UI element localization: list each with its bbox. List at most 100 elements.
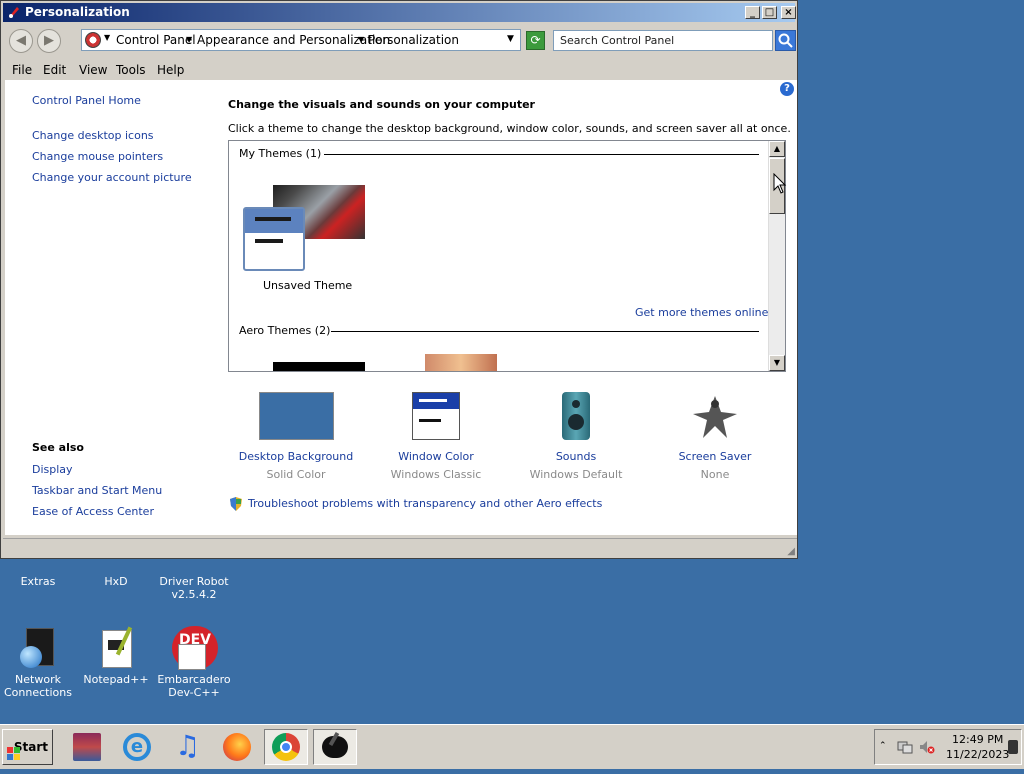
window-title: Personalization	[25, 5, 130, 19]
setting-value: Solid Color	[266, 468, 326, 481]
desktop-icon-notepad-plus-plus[interactable]: Notepad++	[78, 626, 154, 686]
change-account-picture-link[interactable]: Change your account picture	[32, 171, 192, 184]
window-color-setting[interactable]: Window Color Windows Classic	[376, 392, 496, 481]
desktop-icon-label: Driver Robot v2.5.4.2	[159, 575, 229, 601]
desktop-icon-label: Embarcadero Dev-C++	[157, 673, 231, 699]
my-themes-group-label: My Themes (1)	[239, 147, 322, 160]
notepad-plus-plus-icon	[94, 626, 138, 670]
desktop-background-icon	[258, 392, 334, 440]
close-button[interactable]: ×	[781, 6, 796, 19]
desktop-icon-label: HxD	[104, 575, 128, 588]
change-desktop-icons-link[interactable]: Change desktop icons	[32, 129, 154, 142]
personalization-taskbar-icon[interactable]	[313, 729, 357, 765]
theme-name: Unsaved Theme	[263, 279, 353, 292]
title-bar[interactable]: Personalization _ □ ×	[3, 3, 796, 22]
screen-saver-icon	[691, 392, 739, 440]
aero-theme-thumbnail[interactable]	[425, 354, 497, 371]
volume-muted-icon[interactable]	[919, 740, 935, 754]
group-divider	[324, 154, 759, 155]
window-color-icon	[412, 392, 460, 440]
control-panel-icon	[85, 32, 101, 48]
page-heading: Change the visuals and sounds on your co…	[228, 98, 535, 111]
taskbar: Start e ♫ ⌃ 12:49 PM 11/22/2023	[0, 724, 1024, 769]
menu-edit[interactable]: Edit	[43, 63, 66, 77]
setting-value: None	[700, 468, 730, 481]
start-button[interactable]: Start	[2, 729, 53, 765]
change-mouse-pointers-link[interactable]: Change mouse pointers	[32, 150, 163, 163]
chevron-down-icon[interactable]: ▼	[358, 35, 364, 44]
refresh-button[interactable]: ⟳	[526, 31, 545, 50]
breadcrumb-item[interactable]: Control Panel	[116, 33, 196, 47]
menu-view[interactable]: View	[79, 63, 107, 77]
speaker-icon	[562, 392, 590, 440]
network-connections-icon	[16, 626, 60, 670]
scroll-down-button[interactable]: ▼	[769, 355, 785, 371]
page-description: Click a theme to change the desktop back…	[228, 122, 791, 135]
internet-explorer-taskbar-icon[interactable]: e	[115, 729, 159, 765]
network-icon[interactable]	[897, 740, 913, 754]
display-link[interactable]: Display	[32, 463, 73, 476]
address-bar[interactable]: ▼ Control Panel ▼ Appearance and Persona…	[81, 29, 521, 51]
setting-label: Window Color	[398, 450, 474, 463]
menu-file[interactable]: File	[12, 63, 32, 77]
themes-list[interactable]: My Themes (1) Unsaved Theme Get more the…	[228, 140, 786, 372]
firefox-taskbar-icon[interactable]	[215, 729, 259, 765]
setting-label: Sounds	[555, 450, 597, 463]
desktop-icon-dev-cpp[interactable]: DEV Embarcadero Dev-C++	[156, 626, 232, 699]
desktop-icon-label: Notepad++	[83, 673, 149, 686]
scroll-up-button[interactable]: ▲	[769, 141, 785, 157]
resize-grip-icon[interactable]: ◢	[787, 546, 795, 557]
personalization-window: Personalization _ □ × ◀ ▶ ▼ Control Pane…	[0, 0, 798, 559]
menu-bar: File Edit View Tools Help	[3, 60, 797, 80]
search-input[interactable]: Search Control Panel	[553, 30, 773, 51]
chevron-down-icon[interactable]: ▼	[104, 33, 110, 42]
search-icon[interactable]	[775, 30, 796, 51]
ease-of-access-link[interactable]: Ease of Access Center	[32, 505, 154, 518]
setting-value: Windows Classic	[390, 468, 482, 481]
sounds-setting[interactable]: Sounds Windows Default	[516, 392, 636, 481]
shield-icon	[230, 497, 242, 511]
dev-cpp-icon: DEV	[172, 626, 218, 670]
see-also-heading: See also	[32, 441, 84, 454]
action-center-icon[interactable]	[1008, 740, 1018, 754]
unsaved-theme-item[interactable]: Unsaved Theme	[241, 183, 371, 293]
mouse-cursor-icon	[773, 173, 787, 194]
address-row: ◀ ▶ ▼ Control Panel ▼ Appearance and Per…	[3, 24, 797, 58]
personalization-icon	[7, 5, 21, 19]
screen-saver-setting[interactable]: Screen Saver None	[655, 392, 775, 481]
taskbar-start-menu-link[interactable]: Taskbar and Start Menu	[32, 484, 162, 497]
desktop-icon-label: Network Connections	[4, 673, 72, 699]
menu-tools[interactable]: Tools	[116, 63, 146, 77]
chevron-up-icon[interactable]: ⌃	[879, 741, 887, 751]
setting-value: Windows Default	[529, 468, 623, 481]
group-divider	[331, 331, 759, 332]
chrome-taskbar-icon[interactable]	[264, 729, 308, 765]
chevron-down-icon[interactable]: ▼	[186, 35, 192, 44]
music-player-taskbar-icon[interactable]: ♫	[165, 729, 209, 765]
status-bar: ◢	[3, 538, 797, 558]
setting-label: Screen Saver	[678, 450, 752, 463]
windows-logo-icon	[7, 740, 21, 760]
minimize-button[interactable]: _	[745, 6, 760, 19]
setting-label: Desktop Background	[238, 450, 354, 463]
maximize-button[interactable]: □	[762, 6, 777, 19]
theme-window-preview-icon	[243, 207, 305, 271]
winrar-taskbar-icon[interactable]	[65, 729, 109, 765]
forward-button[interactable]: ▶	[37, 29, 61, 53]
desktop-icon-network-connections[interactable]: Network Connections	[0, 626, 76, 699]
system-tray: ⌃ 12:49 PM 11/22/2023	[874, 729, 1022, 765]
help-icon[interactable]: ?	[780, 82, 794, 96]
back-button[interactable]: ◀	[9, 29, 33, 53]
clock-date: 11/22/2023	[946, 748, 1010, 761]
get-more-themes-link[interactable]: Get more themes online	[635, 306, 768, 319]
desktop-icon-label: Extras	[20, 575, 56, 588]
clock-time: 12:49 PM	[952, 733, 1004, 746]
address-dropdown-icon[interactable]: ▼	[507, 34, 514, 44]
breadcrumb-item[interactable]: Personalization	[368, 33, 459, 47]
menu-help[interactable]: Help	[157, 63, 184, 77]
aero-themes-group-label: Aero Themes (2)	[239, 324, 331, 337]
desktop-background-setting[interactable]: Desktop Background Solid Color	[236, 392, 356, 481]
aero-theme-thumbnail[interactable]	[273, 362, 365, 371]
troubleshoot-link[interactable]: Troubleshoot problems with transparency …	[248, 497, 602, 510]
control-panel-home-link[interactable]: Control Panel Home	[32, 94, 141, 107]
